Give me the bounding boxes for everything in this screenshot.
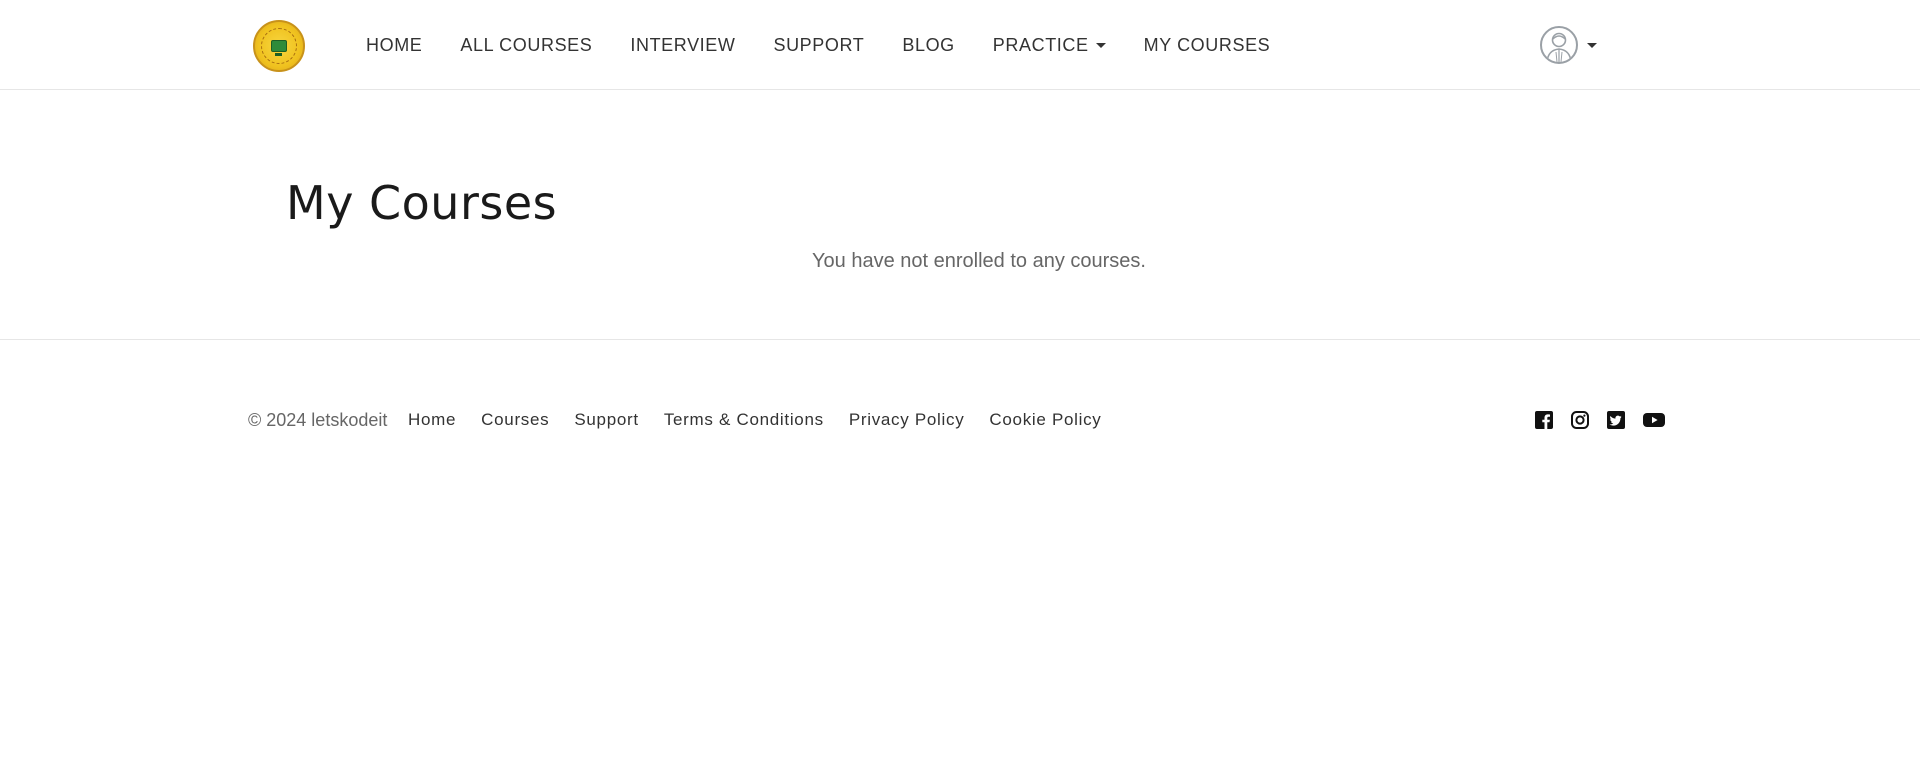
footer-link-cookie[interactable]: Cookie Policy	[989, 410, 1101, 430]
footer-links: Home Courses Support Terms & Conditions …	[408, 410, 1127, 430]
instagram-icon[interactable]	[1571, 411, 1589, 429]
footer-link-support[interactable]: Support	[574, 410, 638, 430]
footer-link-home[interactable]: Home	[408, 410, 456, 430]
footer-link-privacy[interactable]: Privacy Policy	[849, 410, 965, 430]
nav-support[interactable]: SUPPORT	[773, 35, 864, 56]
main-content: My Courses You have not enrolled to any …	[0, 90, 1920, 340]
empty-courses-message: You have not enrolled to any courses.	[812, 250, 1146, 272]
nav-my-courses[interactable]: MY COURSES	[1144, 35, 1271, 56]
site-header: HOME ALL COURSES INTERVIEW SUPPORT BLOG …	[0, 0, 1920, 90]
caret-down-icon	[1095, 42, 1106, 48]
user-avatar-icon	[1540, 26, 1578, 64]
youtube-icon[interactable]	[1643, 411, 1665, 429]
user-menu[interactable]	[1540, 26, 1597, 64]
letskodeit-logo-icon[interactable]	[253, 20, 305, 72]
nav-practice-dropdown[interactable]: PRACTICE	[993, 35, 1106, 56]
main-nav: HOME ALL COURSES INTERVIEW SUPPORT BLOG …	[366, 0, 1308, 90]
nav-all-courses[interactable]: ALL COURSES	[460, 35, 592, 56]
caret-down-icon	[1587, 42, 1597, 48]
site-footer: © 2024 letskodeit Home Courses Support T…	[0, 341, 1920, 461]
facebook-icon[interactable]	[1535, 411, 1553, 429]
social-links	[1535, 411, 1683, 429]
page-title: My Courses	[286, 176, 558, 230]
nav-blog[interactable]: BLOG	[902, 35, 954, 56]
nav-interview[interactable]: INTERVIEW	[630, 35, 735, 56]
footer-link-terms[interactable]: Terms & Conditions	[664, 410, 824, 430]
nav-home[interactable]: HOME	[366, 35, 422, 56]
footer-link-courses[interactable]: Courses	[481, 410, 549, 430]
twitter-icon[interactable]	[1607, 411, 1625, 429]
copyright: © 2024 letskodeit	[248, 410, 388, 430]
